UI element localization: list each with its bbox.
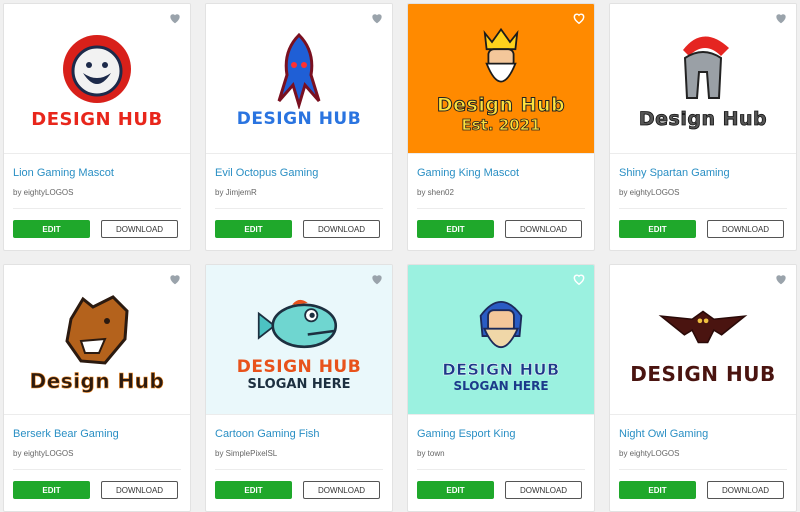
- heart-icon[interactable]: [370, 11, 384, 25]
- logo-slogan: SLOGAN HERE: [247, 376, 351, 392]
- logo-wordmark: DESIGN HUB: [236, 109, 362, 129]
- lion-icon: [63, 34, 131, 103]
- template-title[interactable]: Gaming Esport King: [417, 428, 515, 440]
- heart-icon[interactable]: [572, 11, 586, 25]
- template-card[interactable]: DESIGN HUB Night Owl Gaming by eightyLOG…: [609, 264, 797, 512]
- logo-wordmark: DESIGN HUB: [630, 361, 776, 386]
- divider: [417, 469, 585, 470]
- download-button[interactable]: DOWNLOAD: [707, 220, 784, 238]
- download-button[interactable]: DOWNLOAD: [505, 220, 582, 238]
- heart-icon[interactable]: [168, 272, 182, 286]
- bearded-king-icon: [479, 300, 523, 348]
- template-title[interactable]: Night Owl Gaming: [619, 428, 708, 440]
- logo-preview[interactable]: DESIGN HUB: [4, 4, 190, 154]
- heart-icon[interactable]: [168, 11, 182, 25]
- king-icon: [483, 27, 519, 83]
- template-author: by eightyLOGOS: [619, 449, 680, 458]
- heart-icon[interactable]: [774, 272, 788, 286]
- logo-wordmark: Design Hub: [436, 94, 566, 116]
- logo-wordmark: DESIGN HUB: [31, 108, 163, 130]
- divider: [417, 208, 585, 209]
- edit-button[interactable]: EDIT: [215, 220, 292, 238]
- template-card[interactable]: Design Hub Berserk Bear Gaming by eighty…: [3, 264, 191, 512]
- template-author: by eightyLOGOS: [13, 188, 74, 197]
- download-button[interactable]: DOWNLOAD: [303, 220, 380, 238]
- logo-wordmark: Design Hub: [29, 368, 165, 393]
- logo-preview[interactable]: DESIGN HUB SLOGAN HERE: [206, 265, 392, 415]
- template-grid: DESIGN HUB Lion Gaming Mascot by eightyL…: [0, 0, 800, 512]
- logo-wordmark: DESIGN HUB: [442, 359, 560, 379]
- template-title[interactable]: Lion Gaming Mascot: [13, 167, 114, 179]
- edit-button[interactable]: EDIT: [619, 481, 696, 499]
- logo-preview[interactable]: Design Hub: [610, 4, 796, 154]
- logo-preview[interactable]: Design Hub Est. 2021: [408, 4, 594, 154]
- heart-icon[interactable]: [370, 272, 384, 286]
- template-card[interactable]: Design Hub Est. 2021 Gaming King Mascot …: [407, 3, 595, 251]
- logo-wordmark: Design Hub: [638, 108, 768, 130]
- spartan-helmet-icon: [683, 36, 729, 99]
- logo-preview[interactable]: DESIGN HUB SLOGAN HERE: [408, 265, 594, 415]
- divider: [215, 208, 383, 209]
- template-title[interactable]: Evil Octopus Gaming: [215, 167, 318, 179]
- edit-button[interactable]: EDIT: [417, 220, 494, 238]
- divider: [13, 469, 181, 470]
- template-author: by shen02: [417, 188, 454, 197]
- template-author: by town: [417, 449, 445, 458]
- template-author: by JimjemR: [215, 188, 257, 197]
- download-button[interactable]: DOWNLOAD: [707, 481, 784, 499]
- download-button[interactable]: DOWNLOAD: [505, 481, 582, 499]
- template-card[interactable]: DESIGN HUB SLOGAN HERE Gaming Esport Kin…: [407, 264, 595, 512]
- divider: [619, 208, 787, 209]
- download-button[interactable]: DOWNLOAD: [303, 481, 380, 499]
- divider: [619, 469, 787, 470]
- logo-preview[interactable]: Design Hub: [4, 265, 190, 415]
- template-title[interactable]: Berserk Bear Gaming: [13, 428, 119, 440]
- divider: [13, 208, 181, 209]
- template-author: by eightyLOGOS: [619, 188, 680, 197]
- heart-icon[interactable]: [774, 11, 788, 25]
- edit-button[interactable]: EDIT: [13, 481, 90, 499]
- download-button[interactable]: DOWNLOAD: [101, 220, 178, 238]
- logo-slogan: SLOGAN HERE: [453, 378, 549, 393]
- divider: [215, 469, 383, 470]
- edit-button[interactable]: EDIT: [619, 220, 696, 238]
- template-title[interactable]: Gaming King Mascot: [417, 167, 519, 179]
- bear-icon: [65, 294, 129, 365]
- template-card[interactable]: DESIGN HUB Evil Octopus Gaming by Jimjem…: [205, 3, 393, 251]
- template-card[interactable]: DESIGN HUB SLOGAN HERE Cartoon Gaming Fi…: [205, 264, 393, 512]
- logo-slogan: Est. 2021: [461, 116, 541, 134]
- template-card[interactable]: Design Hub Shiny Spartan Gaming by eight…: [609, 3, 797, 251]
- heart-icon[interactable]: [572, 272, 586, 286]
- template-card[interactable]: DESIGN HUB Lion Gaming Mascot by eightyL…: [3, 3, 191, 251]
- template-author: by eightyLOGOS: [13, 449, 74, 458]
- edit-button[interactable]: EDIT: [417, 481, 494, 499]
- logo-wordmark: DESIGN HUB: [236, 356, 362, 377]
- download-button[interactable]: DOWNLOAD: [101, 481, 178, 499]
- template-title[interactable]: Cartoon Gaming Fish: [215, 428, 320, 440]
- template-title[interactable]: Shiny Spartan Gaming: [619, 167, 730, 179]
- logo-preview[interactable]: DESIGN HUB: [610, 265, 796, 415]
- owl-icon: [658, 310, 748, 343]
- fish-icon: [257, 299, 338, 348]
- edit-button[interactable]: EDIT: [215, 481, 292, 499]
- logo-preview[interactable]: DESIGN HUB: [206, 4, 392, 154]
- edit-button[interactable]: EDIT: [13, 220, 90, 238]
- octopus-icon: [277, 32, 321, 109]
- template-author: by SimplePixelSL: [215, 449, 278, 458]
